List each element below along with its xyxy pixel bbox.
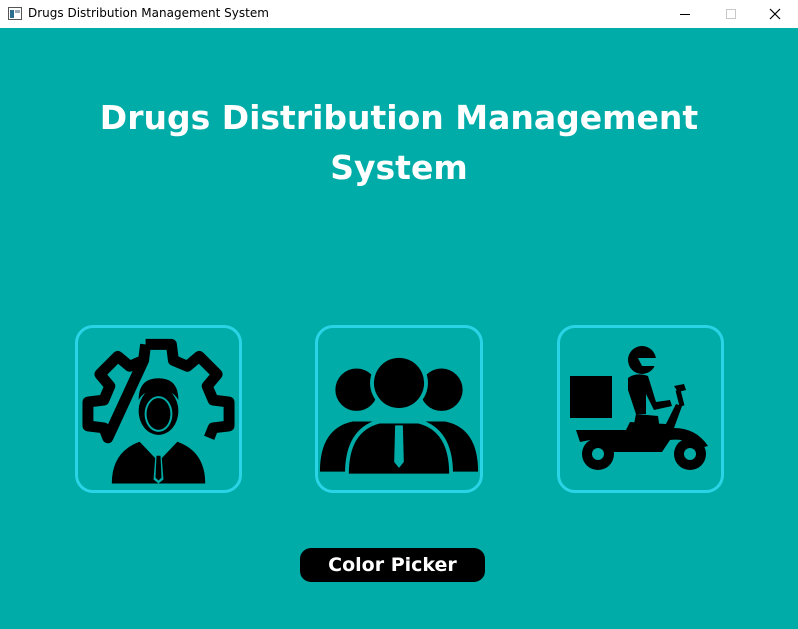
customers-card-button[interactable] [315, 325, 483, 493]
app-icon [8, 7, 22, 20]
main-panel: Drugs Distribution Management System Col… [0, 28, 798, 629]
delivery-card-button[interactable] [557, 325, 724, 493]
admin-gear-person-icon [82, 338, 235, 484]
close-icon [769, 8, 781, 20]
window-titlebar[interactable]: Drugs Distribution Management System [0, 0, 798, 28]
close-button[interactable] [752, 0, 798, 28]
window-title: Drugs Distribution Management System [28, 6, 269, 20]
delivery-scooter-icon [569, 346, 708, 470]
maximize-button[interactable] [708, 0, 754, 28]
page-title: Drugs Distribution Management System [99, 98, 699, 187]
admin-card-button[interactable] [75, 325, 242, 493]
minimize-button[interactable] [662, 0, 708, 28]
maximize-icon [726, 9, 736, 19]
color-picker-button[interactable]: Color Picker [300, 548, 485, 582]
minimize-icon [680, 14, 690, 15]
people-group-icon [319, 354, 479, 474]
